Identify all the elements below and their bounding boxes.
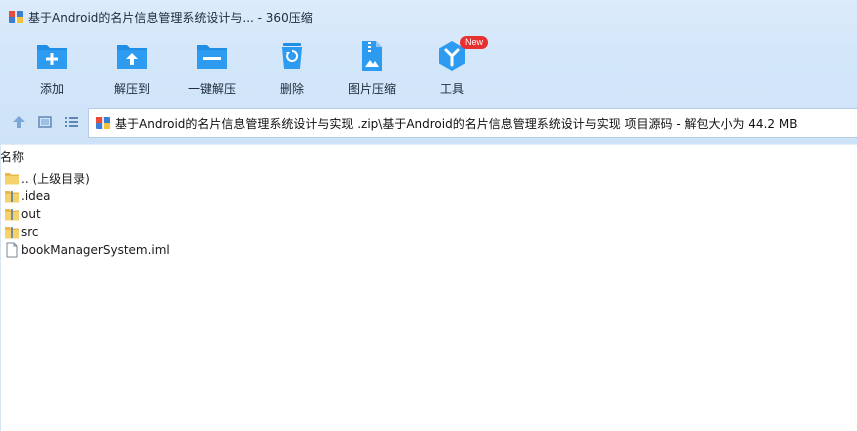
add-folder-icon (37, 45, 67, 69)
delete-label: 删除 (279, 82, 304, 96)
extract-to-button[interactable]: 解压到 (94, 38, 170, 98)
zip-folder-icon (5, 209, 19, 221)
one-click-extract-button[interactable]: 一键解压 (174, 38, 250, 98)
list-item-name: bookManagerSystem.iml (21, 243, 170, 257)
add-button[interactable]: 添加 (14, 38, 90, 98)
zip-folder-icon (5, 191, 19, 203)
folder-icon (5, 173, 19, 185)
window-title: 基于Android的名片信息管理系统设计与... - 360压缩 (28, 11, 313, 25)
list-item-name: src (21, 225, 39, 239)
tools-label: 工具 (439, 82, 464, 96)
archive-icon (9, 11, 23, 23)
new-badge: New (460, 36, 489, 49)
window-chrome: 基于Android的名片信息管理系统设计与... - 360压缩 添加 解压到 (0, 0, 857, 144)
up-arrow-icon[interactable] (10, 113, 28, 131)
window-border (0, 144, 1, 431)
image-compress-icon (362, 41, 382, 71)
list-item[interactable]: .. (上级目录) (0, 169, 170, 187)
image-compress-label: 图片压缩 (347, 82, 396, 96)
list-item-name: out (21, 207, 41, 221)
address-bar[interactable]: 基于Android的名片信息管理系统设计与实现 .zip\基于Android的名… (88, 108, 857, 138)
view-mode-icon[interactable] (36, 113, 54, 131)
recycle-bin-icon (282, 43, 302, 69)
address-path: 基于Android的名片信息管理系统设计与实现 .zip\基于Android的名… (115, 116, 798, 131)
image-compress-button[interactable]: 图片压缩 (334, 38, 410, 98)
list-item-name: .. (上级目录) (21, 171, 90, 186)
list-item[interactable]: out (0, 205, 170, 223)
tools-button[interactable]: New 工具 (414, 36, 490, 98)
one-click-extract-label: 一键解压 (187, 82, 236, 96)
list-item[interactable]: src (0, 223, 170, 241)
one-click-extract-icon (197, 45, 227, 69)
list-item[interactable]: .idea (0, 187, 170, 205)
archive-icon (96, 117, 110, 129)
navigation-bar: 基于Android的名片信息管理系统设计与实现 .zip\基于Android的名… (0, 106, 857, 138)
add-label: 添加 (39, 82, 64, 96)
extract-to-icon (117, 45, 147, 69)
list-item[interactable]: bookManagerSystem.iml (0, 241, 170, 259)
file-list: 名称 .. (上级目录) .idea out src bookManagerSy… (0, 144, 857, 431)
toolbar: 添加 解压到 一键解压 删除 图片压缩 New 工具 (0, 34, 857, 100)
file-icon (6, 242, 18, 258)
column-header-name[interactable]: 名称 (0, 148, 24, 164)
zip-folder-icon (5, 227, 19, 239)
extract-to-label: 解压到 (113, 82, 150, 96)
title-bar: 基于Android的名片信息管理系统设计与... - 360压缩 (0, 0, 857, 34)
file-rows: .. (上级目录) .idea out src bookManagerSyste… (0, 169, 170, 259)
delete-button[interactable]: 删除 (254, 38, 330, 98)
list-view-icon[interactable] (62, 113, 80, 131)
list-item-name: .idea (21, 189, 51, 203)
